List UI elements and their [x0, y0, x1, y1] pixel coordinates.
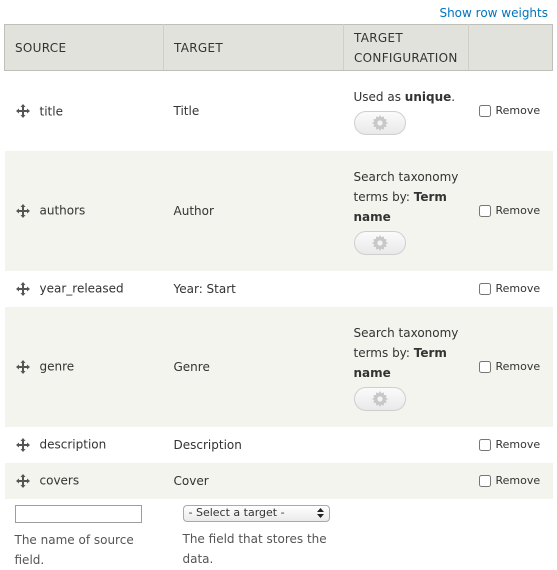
configuration-summary: Used as unique. — [353, 89, 456, 104]
mapping-table: SOURCE TARGET TARGET CONFIGURATION title T… — [4, 24, 553, 570]
target-name: Title — [173, 103, 200, 118]
column-header-remove — [468, 24, 553, 71]
target-cell: Description — [163, 426, 344, 463]
target-cell: Author — [163, 150, 344, 271]
target-name: Genre — [173, 359, 210, 374]
target-configuration-cell — [343, 270, 469, 307]
remove-checkbox[interactable] — [478, 105, 491, 118]
source-name: genre — [39, 359, 75, 374]
remove-label: Remove — [495, 360, 541, 373]
show-row-weights-link[interactable]: Show row weights — [439, 6, 548, 20]
drag-handle-icon[interactable] — [15, 104, 30, 118]
source-cell: authors — [4, 150, 164, 271]
target-select[interactable]: - Select a target - — [182, 504, 330, 522]
table-row: covers Cover Remove — [4, 462, 553, 499]
target-select-value: - Select a target - — [188, 506, 285, 519]
remove-label: Remove — [495, 282, 541, 295]
remove-checkbox[interactable] — [478, 205, 491, 217]
target-name: Cover — [173, 473, 209, 488]
configure-button[interactable] — [353, 230, 406, 255]
target-name: Year: Start — [173, 281, 236, 296]
target-configuration-cell — [343, 426, 469, 463]
source-cell: title — [4, 70, 164, 151]
remove-cell: Remove — [468, 426, 553, 463]
target-cell: Genre — [163, 306, 344, 427]
configure-button[interactable] — [353, 110, 406, 135]
gear-icon — [355, 234, 405, 251]
gear-icon — [355, 390, 405, 407]
remove-label: Remove — [495, 474, 541, 487]
table-row: description Description Remove — [4, 426, 553, 463]
table-header-row: SOURCE TARGET TARGET CONFIGURATION — [4, 24, 553, 71]
column-header-target: TARGET — [163, 24, 344, 71]
target-configuration-cell — [343, 462, 469, 499]
source-field-help: The name of source field. — [14, 532, 134, 567]
remove-checkbox[interactable] — [478, 475, 491, 487]
target-configuration-cell: Search taxonomy terms by: Term name — [343, 150, 469, 271]
table-row: year_released Year: Start Remove — [4, 270, 553, 307]
source-cell: covers — [4, 462, 164, 499]
remove-label: Remove — [495, 104, 541, 118]
new-target-cell: - Select a target - The field that store… — [163, 498, 344, 570]
source-name: authors — [39, 203, 86, 218]
drag-handle-icon[interactable] — [15, 281, 30, 296]
drag-handle-icon[interactable] — [15, 437, 30, 452]
remove-option[interactable]: Remove — [478, 104, 541, 118]
remove-label: Remove — [495, 204, 541, 217]
remove-checkbox[interactable] — [478, 283, 491, 295]
target-cell: Cover — [163, 462, 344, 499]
remove-cell: Remove — [468, 70, 553, 151]
source-name: title — [39, 104, 63, 118]
source-cell: genre — [4, 306, 164, 427]
remove-cell: Remove — [468, 150, 553, 271]
remove-option[interactable]: Remove — [478, 360, 541, 373]
drag-handle-icon[interactable] — [15, 473, 30, 488]
column-header-target-configuration: TARGET CONFIGURATION — [343, 24, 469, 71]
remove-checkbox[interactable] — [478, 361, 491, 373]
remove-cell: Remove — [468, 306, 553, 427]
remove-option[interactable]: Remove — [478, 438, 541, 451]
source-cell: description — [4, 426, 164, 463]
target-configuration-cell: Search taxonomy terms by: Term name — [343, 306, 469, 427]
target-name: Description — [173, 437, 242, 452]
remove-option[interactable]: Remove — [478, 282, 541, 295]
gear-icon — [355, 114, 405, 131]
drag-handle-icon[interactable] — [15, 359, 30, 374]
new-mapping-row: The name of source field. - Select a tar… — [4, 498, 553, 570]
remove-checkbox[interactable] — [478, 439, 491, 451]
target-field-help: The field that stores the data. — [182, 531, 327, 566]
remove-option[interactable]: Remove — [478, 204, 541, 217]
target-cell: Year: Start — [163, 270, 344, 307]
source-name: description — [39, 437, 107, 452]
source-name-input[interactable] — [14, 504, 142, 523]
configuration-summary: Search taxonomy terms by: Term name — [353, 325, 459, 380]
column-header-source: SOURCE — [4, 24, 164, 71]
table-row: genre Genre Search taxonomy terms by: Term… — [4, 306, 553, 427]
remove-cell: Remove — [468, 270, 553, 307]
remove-option[interactable]: Remove — [478, 474, 541, 487]
source-cell: year_released — [4, 270, 164, 307]
source-name: covers — [39, 473, 80, 488]
configuration-summary: Search taxonomy terms by: Term name — [353, 169, 459, 224]
table-row: title Title Used as unique. Remove — [4, 70, 553, 151]
updown-arrows-icon — [316, 508, 324, 518]
source-name: year_released — [39, 281, 124, 296]
remove-label: Remove — [495, 438, 541, 451]
target-cell: Title — [163, 70, 344, 151]
drag-handle-icon[interactable] — [15, 203, 30, 218]
target-name: Author — [173, 203, 214, 218]
configure-button[interactable] — [353, 386, 406, 411]
new-source-cell: The name of source field. — [4, 498, 164, 570]
remove-cell: Remove — [468, 462, 553, 499]
table-row: authors Author Search taxonomy terms by: T… — [4, 150, 553, 271]
target-configuration-cell: Used as unique. — [343, 70, 469, 151]
